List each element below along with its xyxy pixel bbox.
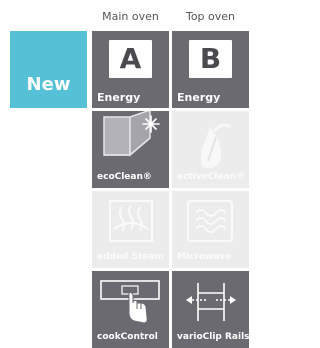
feature-tile-ecoclean: ecoClean® bbox=[92, 111, 169, 188]
energy-label: Energy bbox=[97, 91, 141, 104]
energy-class-letter: B bbox=[189, 40, 232, 78]
feature-tile-cookcontrol: cookControl bbox=[92, 271, 169, 348]
energy-rating-main-oven: A Energy bbox=[92, 31, 169, 108]
main-oven-header: Main oven bbox=[102, 10, 159, 23]
energy-label: Energy bbox=[177, 91, 221, 104]
feature-label: added Steam bbox=[97, 252, 164, 262]
top-oven-header: Top oven bbox=[185, 10, 236, 23]
feature-label: varioClip Rails bbox=[177, 332, 249, 342]
feature-label: ecoClean® bbox=[97, 172, 152, 182]
feature-label: activeClean® bbox=[177, 172, 246, 182]
feature-tile-added-steam: added Steam bbox=[92, 191, 169, 268]
new-badge-label: New bbox=[26, 74, 71, 95]
energy-rating-top-oven: B Energy bbox=[172, 31, 249, 108]
feature-tile-microwave: Microwave bbox=[172, 191, 249, 268]
feature-label: cookControl bbox=[97, 332, 158, 342]
new-badge: New bbox=[10, 31, 87, 108]
feature-label: Microwave bbox=[177, 252, 232, 262]
feature-tile-activeclean: activeClean® bbox=[172, 111, 249, 188]
feature-tile-varioclip-rails: varioClip Rails bbox=[172, 271, 249, 348]
energy-class-letter: A bbox=[109, 40, 152, 78]
